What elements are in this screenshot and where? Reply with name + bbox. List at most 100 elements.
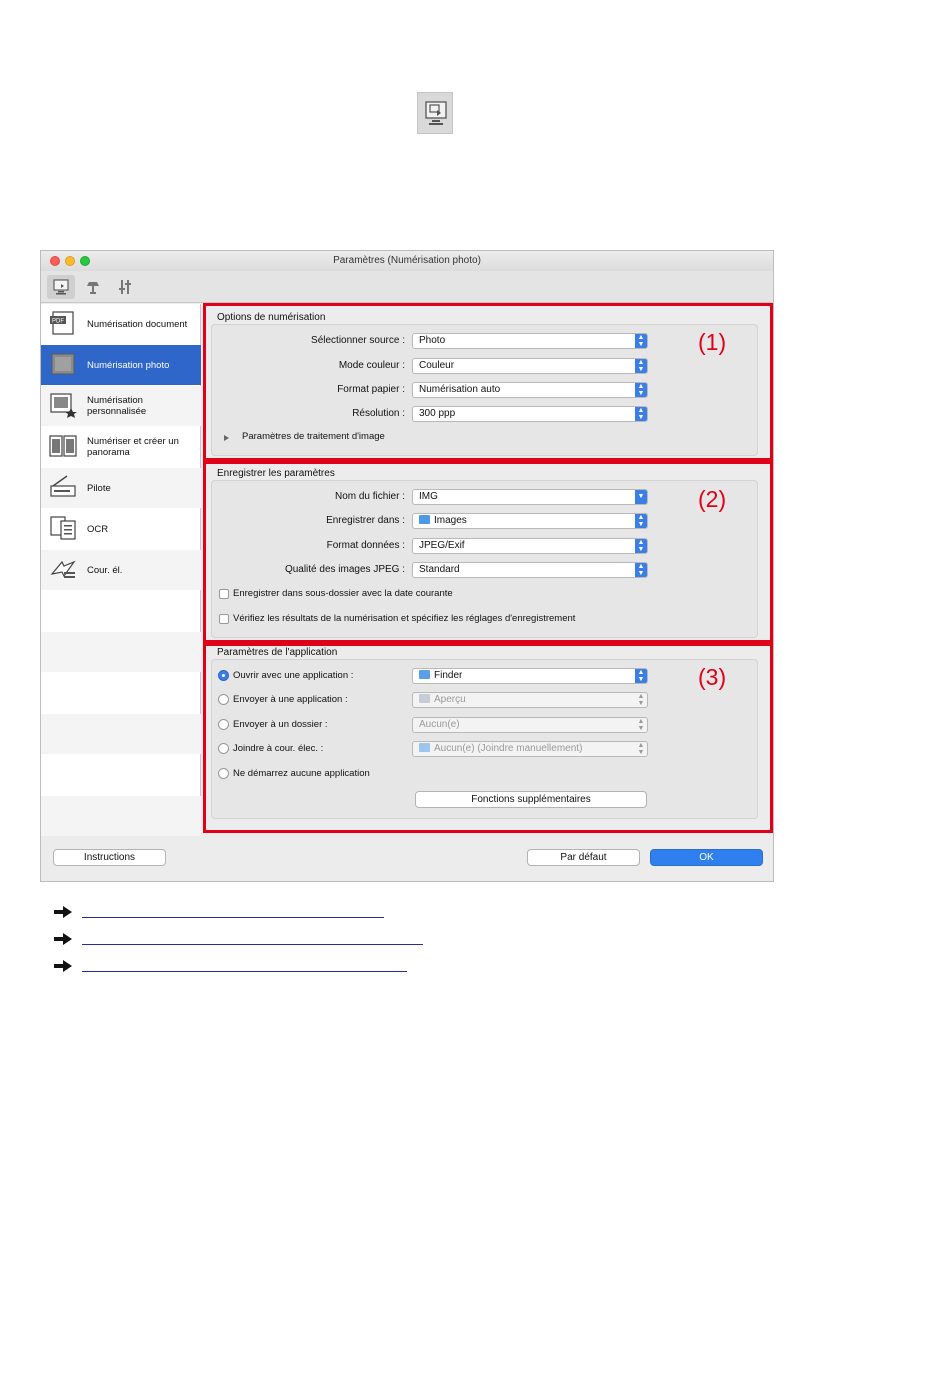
ocr-icon bbox=[50, 516, 76, 540]
sidebar-item-driver[interactable]: Pilote bbox=[41, 468, 201, 508]
folder-icon bbox=[419, 515, 430, 524]
sidebar-item-document-scan[interactable]: PDF Numérisation document bbox=[41, 304, 201, 344]
panorama-icon bbox=[49, 435, 77, 457]
resolution-label: Résolution : bbox=[352, 408, 405, 419]
chevron-updown-icon: ▲ ▼ bbox=[635, 563, 647, 577]
tab-general-settings[interactable] bbox=[111, 275, 139, 299]
jpeg-quality-label: Qualité des images JPEG : bbox=[284, 564, 405, 575]
jpeg-quality-select[interactable]: Standard ▲ ▼ bbox=[412, 562, 648, 578]
scanner-driver-icon bbox=[50, 475, 76, 497]
scanner-settings-icon bbox=[425, 101, 447, 125]
send-to-folder-value: Aucun(e) bbox=[419, 719, 460, 730]
arrow-right-icon bbox=[54, 933, 72, 945]
chevron-down-icon: ▼ bbox=[635, 490, 647, 504]
no-app-radio[interactable] bbox=[218, 768, 229, 779]
preview-app-icon bbox=[419, 694, 430, 703]
section-2-number: (2) bbox=[698, 486, 727, 512]
attach-email-radio[interactable] bbox=[218, 743, 229, 754]
link-underline[interactable] bbox=[82, 917, 384, 918]
sidebar-item-email[interactable]: Cour. él. bbox=[41, 550, 201, 590]
check-results-checkbox[interactable] bbox=[219, 614, 229, 624]
send-to-folder-radio[interactable] bbox=[218, 719, 229, 730]
save-in-label: Enregistrer dans : bbox=[326, 515, 405, 526]
color-mode-select[interactable]: Couleur ▲ ▼ bbox=[412, 358, 648, 374]
sidebar-item-custom-scan[interactable]: Numérisation personnalisée bbox=[41, 386, 201, 426]
tab-scan-from-panel[interactable] bbox=[79, 275, 107, 299]
send-to-folder-select[interactable]: Aucun(e) ▲ ▼ bbox=[412, 717, 648, 733]
sidebar-item-label: Numérisation document bbox=[87, 318, 188, 330]
disclosure-triangle-icon[interactable] bbox=[224, 435, 229, 441]
save-in-value: Images bbox=[434, 515, 467, 526]
sidebar-item-label: Cour. él. bbox=[87, 564, 123, 576]
color-mode-value: Couleur bbox=[419, 360, 455, 371]
chevron-updown-icon: ▲ ▼ bbox=[637, 718, 645, 732]
computer-scan-icon bbox=[53, 279, 69, 295]
sidebar-item-label: OCR bbox=[87, 523, 109, 535]
data-format-value: JPEG/Exif bbox=[419, 540, 465, 551]
sidebar-item-panorama[interactable]: Numériser et créer un panorama bbox=[41, 427, 201, 467]
link-underline[interactable] bbox=[82, 971, 407, 972]
save-in-select[interactable]: Images ▲ ▼ bbox=[412, 513, 648, 529]
scan-mode-sidebar: PDF Numérisation document Numérisation p… bbox=[41, 304, 201, 836]
paper-size-value: Numérisation auto bbox=[419, 384, 501, 395]
open-with-app-radio[interactable] bbox=[218, 670, 229, 681]
data-format-select[interactable]: JPEG/Exif ▲ ▼ bbox=[412, 538, 648, 554]
file-name-input[interactable]: IMG ▼ bbox=[412, 489, 648, 505]
file-name-label: Nom du fichier : bbox=[334, 491, 405, 502]
sidebar-item-label: Numériser et créer un panorama bbox=[87, 436, 179, 458]
operation-panel-icon bbox=[87, 282, 99, 294]
ok-button[interactable]: OK bbox=[650, 849, 763, 866]
paper-size-label: Format papier : bbox=[337, 384, 405, 395]
zoom-window-button[interactable] bbox=[80, 256, 90, 266]
instructions-button[interactable]: Instructions bbox=[53, 849, 166, 866]
scan-options-title: Options de numérisation bbox=[217, 312, 326, 323]
subfolder-date-label: Enregistrer dans sous-dossier avec la da… bbox=[233, 588, 453, 599]
send-to-app-select[interactable]: Aperçu ▲ ▼ bbox=[412, 692, 648, 708]
file-name-value: IMG bbox=[419, 491, 438, 502]
folder-icon bbox=[419, 743, 430, 752]
tab-scan-from-computer[interactable] bbox=[47, 275, 75, 299]
open-with-app-value: Finder bbox=[434, 670, 463, 681]
save-settings-title: Enregistrer les paramètres bbox=[217, 468, 335, 479]
no-app-label: Ne démarrez aucune application bbox=[233, 768, 370, 779]
chevron-updown-icon: ▲ ▼ bbox=[635, 359, 647, 373]
window-title: Paramètres (Numérisation photo) bbox=[333, 255, 481, 266]
arrow-right-icon bbox=[54, 960, 72, 972]
chevron-updown-icon: ▲ ▼ bbox=[637, 693, 645, 707]
sidebar-empty-row bbox=[41, 714, 201, 754]
sidebar-item-label: Pilote bbox=[87, 482, 111, 494]
data-format-label: Format données : bbox=[326, 540, 405, 551]
application-settings-title: Paramètres de l'application bbox=[217, 647, 338, 658]
color-mode-label: Mode couleur : bbox=[338, 360, 405, 371]
sidebar-item-photo-scan[interactable]: Numérisation photo bbox=[41, 345, 201, 385]
chevron-updown-icon: ▲ ▼ bbox=[635, 383, 647, 397]
source-select[interactable]: Photo ▲ ▼ bbox=[412, 333, 648, 349]
svg-text:PDF: PDF bbox=[52, 319, 64, 325]
settings-window: Paramètres (Numérisation photo) PDF Numé… bbox=[40, 250, 774, 882]
check-results-label: Vérifiez les résultats de la numérisatio… bbox=[233, 613, 576, 624]
email-icon bbox=[50, 560, 76, 578]
chevron-updown-icon: ▲ ▼ bbox=[635, 514, 647, 528]
send-to-app-value: Aperçu bbox=[434, 694, 466, 705]
link-underline[interactable] bbox=[82, 944, 423, 945]
additional-functions-button[interactable]: Fonctions supplémentaires bbox=[415, 791, 647, 808]
resolution-select[interactable]: 300 ppp ▲ ▼ bbox=[412, 406, 648, 422]
arrow-right-icon bbox=[54, 906, 72, 918]
attach-email-value: Aucun(e) (Joindre manuellement) bbox=[434, 743, 583, 754]
send-to-app-radio[interactable] bbox=[218, 694, 229, 705]
chevron-updown-icon: ▲ ▼ bbox=[635, 407, 647, 421]
open-with-app-label: Ouvrir avec une application : bbox=[233, 670, 354, 681]
paper-size-select[interactable]: Numérisation auto ▲ ▼ bbox=[412, 382, 648, 398]
sidebar-item-ocr[interactable]: OCR bbox=[41, 509, 201, 549]
default-button[interactable]: Par défaut bbox=[527, 849, 640, 866]
attach-email-select[interactable]: Aucun(e) (Joindre manuellement) ▲ ▼ bbox=[412, 741, 648, 757]
close-window-button[interactable] bbox=[50, 256, 60, 266]
window-toolbar bbox=[41, 271, 773, 303]
sidebar-empty-row bbox=[41, 796, 201, 836]
minimize-window-button[interactable] bbox=[65, 256, 75, 266]
image-processing-disclosure[interactable]: Paramètres de traitement d'image bbox=[242, 431, 385, 442]
sidebar-empty-row bbox=[41, 591, 201, 631]
subfolder-date-checkbox[interactable] bbox=[219, 589, 229, 599]
tools-icon bbox=[119, 280, 131, 294]
open-with-app-select[interactable]: Finder ▲ ▼ bbox=[412, 668, 648, 684]
